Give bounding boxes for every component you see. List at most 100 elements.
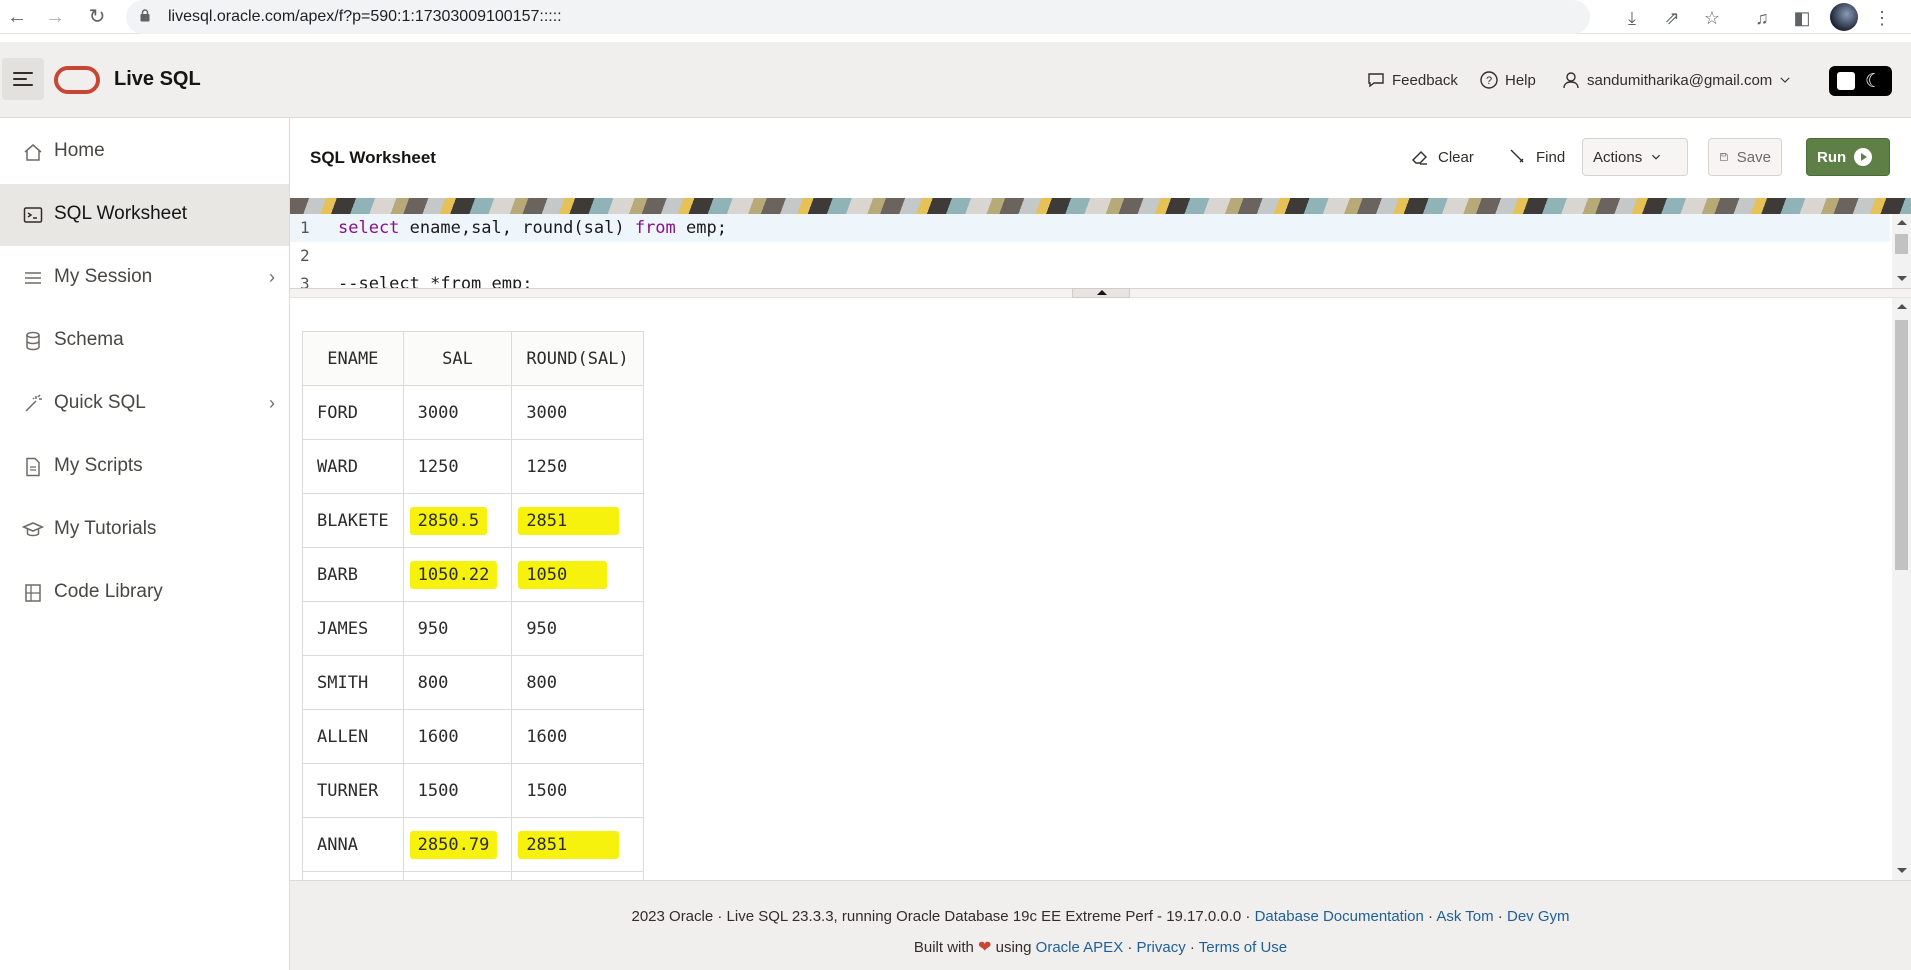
highlighted-value: 1050.22 (409, 560, 498, 589)
table-cell: FORD (302, 385, 404, 440)
table-row: ALLEN 1600 1600 (302, 709, 644, 764)
wand-icon (25, 394, 42, 412)
highlighted-value: 2850.5 (409, 506, 488, 535)
media-icon[interactable]: ♫ (1750, 6, 1774, 30)
user-menu[interactable]: sandumitharika@gmail.com (1561, 70, 1792, 90)
sql-editor[interactable]: 1 select ename,sal, round(sal) from emp;… (290, 214, 1911, 288)
graduation-cap-icon (22, 522, 44, 537)
table-cell: 2850.79 (402, 817, 513, 872)
table-row: ANNA 2850.79 2851 (302, 817, 644, 872)
table-cell: 1500 (511, 763, 644, 818)
lock-icon (140, 9, 150, 22)
save-button[interactable]: Save (1708, 138, 1782, 176)
code-segment: emp; (675, 218, 727, 238)
sidebar-item-label: Schema (54, 329, 124, 350)
privacy-link[interactable]: Privacy (1137, 939, 1186, 956)
side-panel-icon[interactable]: ◧ (1790, 6, 1814, 30)
help-icon: ? (1480, 71, 1498, 89)
code-text: --select *from emp; (338, 274, 533, 288)
oracle-logo[interactable] (54, 66, 100, 94)
code-segment: ename,sal, round(sal) (399, 218, 635, 238)
home-icon (24, 144, 42, 161)
sidebar-item-home[interactable]: Home (0, 121, 289, 183)
dev-gym-link[interactable]: Dev Gym (1507, 908, 1570, 925)
sidebar-item-label: My Tutorials (54, 518, 157, 539)
find-button[interactable]: Find (1498, 138, 1575, 176)
table-row: FORD 3000 3000 (302, 385, 644, 440)
table-header-row: ENAME SAL ROUND(SAL) (302, 331, 644, 386)
heart-icon: ❤ (978, 939, 992, 956)
table-row: TURNER 1500 1500 (302, 763, 644, 818)
play-icon (1854, 148, 1873, 166)
chevron-right-icon: › (269, 267, 275, 287)
terms-of-use-link[interactable]: Terms of Use (1199, 939, 1287, 956)
app-header: Live SQL Feedback ? Help sandumitharika@… (0, 42, 1911, 118)
sidebar-item-quick-sql[interactable]: Quick SQL › (0, 373, 289, 435)
run-label: Run (1817, 148, 1847, 166)
column-header: ROUND(SAL) (511, 331, 644, 386)
keyword-from: from (634, 218, 676, 238)
sidebar-item-my-session[interactable]: My Session › (0, 247, 289, 309)
table-cell: 3000 (511, 385, 644, 440)
svg-text:?: ? (1486, 75, 1492, 87)
bookmark-star-icon[interactable]: ☆ (1700, 6, 1724, 30)
highlighted-value: 2851 (518, 506, 620, 535)
reload-icon[interactable]: ↻ (86, 6, 108, 28)
scroll-thumb[interactable] (1895, 320, 1908, 570)
share-icon[interactable]: ⇗ (1660, 6, 1684, 30)
save-label: Save (1736, 148, 1771, 166)
forward-icon[interactable]: → (44, 6, 66, 28)
editor-scrollbar[interactable] (1892, 214, 1911, 288)
editor-line: 3 --select *from emp; (290, 270, 1890, 288)
oracle-apex-link[interactable]: Oracle APEX (1036, 939, 1124, 956)
profile-avatar[interactable] (1830, 3, 1858, 31)
database-icon (26, 331, 40, 351)
download-icon[interactable]: ⤓ (1620, 6, 1644, 30)
results-scrollbar[interactable] (1892, 298, 1911, 880)
sidebar-item-code-library[interactable]: Code Library (0, 562, 289, 624)
back-icon[interactable]: ← (6, 6, 28, 28)
decorative-banner (290, 198, 1911, 214)
address-bar[interactable]: livesql.oracle.com/apex/f?p=590:1:173030… (126, 0, 1590, 34)
help-link[interactable]: ? Help (1479, 70, 1536, 90)
chevron-right-icon: › (269, 393, 275, 413)
database-documentation-link[interactable]: Database Documentation (1255, 908, 1424, 925)
built-with-text: Built with (913, 939, 979, 956)
table-row (302, 871, 644, 880)
list-icon (25, 272, 41, 284)
collapse-editor-handle[interactable] (1072, 288, 1130, 298)
line-number: 2 (300, 246, 310, 265)
ask-tom-link[interactable]: Ask Tom (1436, 908, 1493, 925)
clear-button[interactable]: Clear (1400, 138, 1484, 176)
sidebar-item-sql-worksheet[interactable]: SQL Worksheet (0, 184, 289, 246)
app-title[interactable]: Live SQL (114, 68, 201, 91)
actions-menu-button[interactable]: Actions (1582, 138, 1688, 176)
chevron-down-icon (1652, 154, 1661, 160)
find-label: Find (1536, 148, 1566, 166)
feedback-link[interactable]: Feedback (1366, 70, 1458, 90)
table-cell: 1050 (511, 547, 644, 602)
more-menu-icon[interactable]: ⋮ (1870, 6, 1894, 30)
sidebar-item-my-tutorials[interactable]: My Tutorials (0, 499, 289, 561)
sidebar-item-label: My Scripts (54, 455, 143, 476)
table-cell: 800 (511, 655, 644, 710)
page-footer: 2023 Oracle · Live SQL 23.3.3, running O… (290, 880, 1911, 970)
moon-icon: ☾ (1865, 71, 1883, 92)
theme-toggle[interactable]: ☾ (1829, 66, 1892, 96)
highlighted-value: 1050 (518, 560, 608, 589)
table-cell: 3000 (402, 385, 513, 440)
table-row: WARD 1250 1250 (302, 439, 644, 494)
sidebar-item-schema[interactable]: Schema (0, 310, 289, 372)
table-cell: 950 (511, 601, 644, 656)
table-row: JAMES 950 950 (302, 601, 644, 656)
table-cell: JAMES (302, 601, 404, 656)
table-cell: 1250 (511, 439, 644, 494)
highlighted-value: 2850.79 (409, 830, 498, 859)
sidebar-item-label: My Session (54, 266, 153, 287)
hamburger-menu-button[interactable] (2, 58, 44, 100)
table-cell: BLAKETE (302, 493, 404, 548)
line-number: 3 (300, 274, 310, 288)
code-text: select ename,sal, round(sal) from emp; (338, 218, 727, 238)
run-button[interactable]: Run (1806, 138, 1890, 176)
sidebar-item-my-scripts[interactable]: My Scripts (0, 436, 289, 498)
